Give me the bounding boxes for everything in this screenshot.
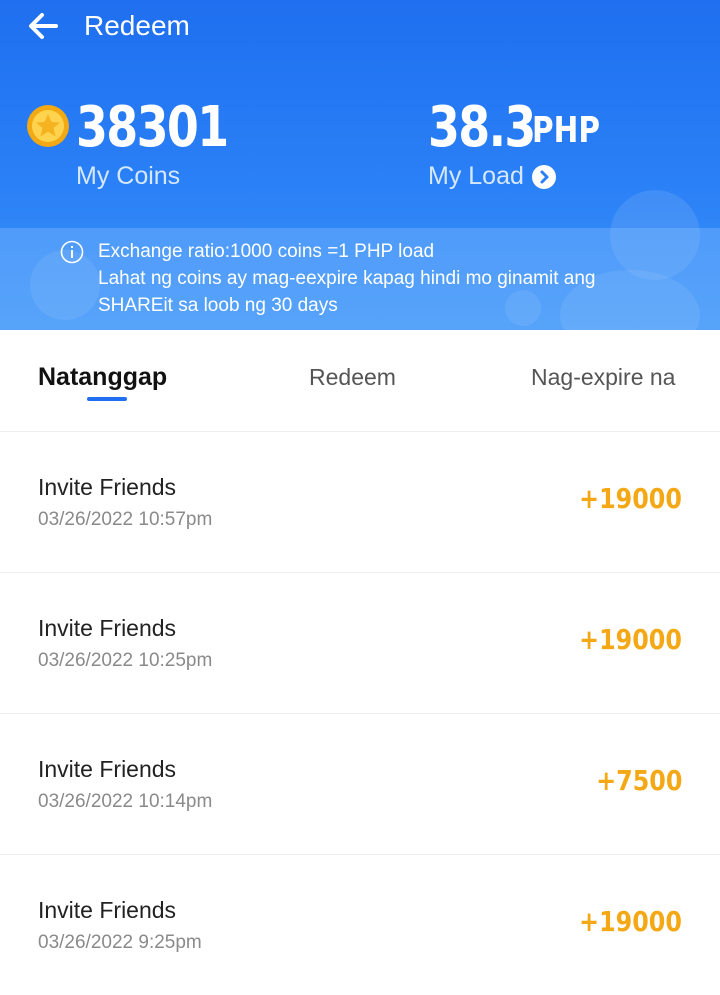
list-item[interactable]: Invite Friends 03/26/2022 10:57pm +19000 <box>0 432 720 573</box>
transaction-amount: +7500 <box>595 764 682 797</box>
list-item[interactable]: Invite Friends 03/26/2022 10:14pm +7500 <box>0 714 720 855</box>
list-item[interactable]: Invite Friends 03/26/2022 10:25pm +19000 <box>0 573 720 714</box>
chevron-right-circle-icon <box>531 164 556 189</box>
coins-value: 38301 <box>76 95 229 160</box>
load-value: 38.3 <box>428 95 536 160</box>
notice-text: Exchange ratio:1000 coins =1 PHP load La… <box>98 238 698 319</box>
transaction-time: 03/26/2022 10:25pm <box>38 650 213 671</box>
load-label: My Load <box>428 162 524 190</box>
transaction-title: Invite Friends <box>38 615 177 641</box>
transaction-title: Invite Friends <box>38 474 177 500</box>
coin-icon <box>27 105 69 147</box>
exchange-notice: Exchange ratio:1000 coins =1 PHP load La… <box>0 228 720 330</box>
transaction-time: 03/26/2022 9:25pm <box>38 932 202 953</box>
transaction-time: 03/26/2022 10:57pm <box>38 509 213 530</box>
transaction-time: 03/26/2022 10:14pm <box>38 791 213 812</box>
notice-line: Lahat ng coins ay mag-eexpire kapag hind… <box>98 268 596 289</box>
top-bar: Redeem <box>0 0 720 56</box>
list-item[interactable]: Invite Friends 03/26/2022 9:25pm +19000 <box>0 855 720 995</box>
load-currency: PHP <box>532 110 600 151</box>
transaction-list: Invite Friends 03/26/2022 10:57pm +19000… <box>0 432 720 995</box>
active-tab-indicator <box>87 397 127 401</box>
coins-label: My Coins <box>76 162 181 190</box>
transaction-amount: +19000 <box>579 905 682 938</box>
info-icon <box>60 240 84 264</box>
transaction-amount: +19000 <box>579 482 682 515</box>
transaction-title: Invite Friends <box>38 897 177 923</box>
transaction-title: Invite Friends <box>38 756 177 782</box>
header-banner: Redeem 38301 My Coins 38.3 PHP My Load E… <box>0 0 720 330</box>
tab-redeem[interactable]: Redeem <box>309 364 396 391</box>
back-arrow-icon <box>29 13 58 39</box>
my-load-link[interactable]: My Load <box>428 162 556 191</box>
transaction-amount: +19000 <box>579 623 682 656</box>
page-title: Redeem <box>84 10 190 41</box>
tab-natanggap[interactable]: Natanggap <box>38 363 167 392</box>
tab-nag-expire-na[interactable]: Nag-expire na <box>531 364 675 391</box>
back-button[interactable] <box>22 6 66 46</box>
notice-line: Exchange ratio:1000 coins =1 PHP load <box>98 241 435 262</box>
tab-bar: Natanggap Redeem Nag-expire na <box>0 330 720 432</box>
notice-line: SHAREit sa loob ng 30 days <box>98 295 338 316</box>
